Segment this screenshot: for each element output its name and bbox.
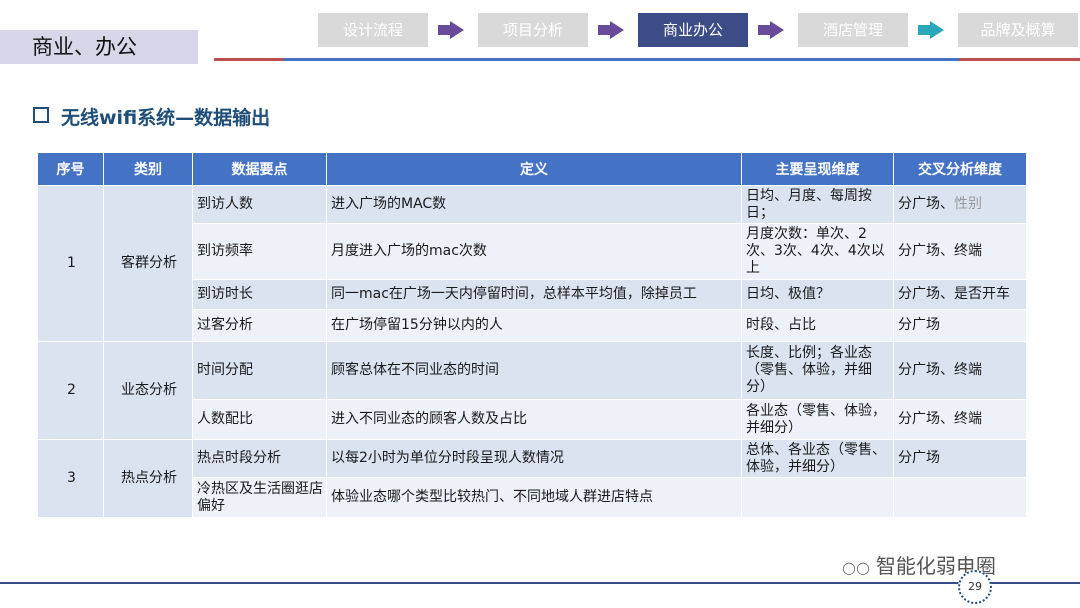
row-definition: 同一mac在广场一天内停留时间，总样本平均值，除掉员工 xyxy=(326,279,742,310)
row-cross-muted: 性别 xyxy=(954,196,982,212)
arrow-right-icon xyxy=(438,21,464,39)
row-point: 到访人数 xyxy=(192,185,327,224)
header-point: 数据要点 xyxy=(192,152,327,186)
row-dimension: 日均、极值？ xyxy=(741,279,894,310)
row-cross-text: 分广场、 xyxy=(898,196,954,212)
arrow-right-icon xyxy=(918,21,944,39)
group-category: 业态分析 xyxy=(103,341,193,440)
nav-step-design[interactable]: 设计流程 xyxy=(318,13,428,47)
row-definition: 进入广场的MAC数 xyxy=(326,185,742,224)
row-dimension: 总体、各业态（零售、体验，并细分） xyxy=(741,439,894,478)
header-no: 序号 xyxy=(37,152,104,186)
header-divider xyxy=(214,58,1080,61)
group-category: 热点分析 xyxy=(103,439,193,518)
row-point: 时间分配 xyxy=(192,341,327,400)
slide-title: 无线wifi系统—数据输出 xyxy=(33,103,270,130)
row-point: 到访时长 xyxy=(192,279,327,310)
row-dimension: 各业态（零售、体验，并细分） xyxy=(741,399,894,440)
row-dimension: 时段、占比 xyxy=(741,309,894,342)
header-dimension: 主要呈现维度 xyxy=(741,152,894,186)
row-definition: 在广场停留15分钟以内的人 xyxy=(326,309,742,342)
header-definition: 定义 xyxy=(326,152,742,186)
arrow-right-icon xyxy=(598,21,624,39)
row-definition: 以每2小时为单位分时段呈现人数情况 xyxy=(326,439,742,478)
group-number: 3 xyxy=(37,439,104,518)
row-cross xyxy=(893,477,1027,518)
table-header-row: 序号 类别 数据要点 定义 主要呈现维度 交叉分析维度 xyxy=(37,152,1027,186)
section-label: 商业、办公 xyxy=(0,30,198,64)
row-cross: 分广场 xyxy=(893,309,1027,342)
row-point: 过客分析 xyxy=(192,309,327,342)
row-point: 到访频率 xyxy=(192,223,327,280)
row-dimension: 日均、月度、每周按日； xyxy=(741,185,894,224)
row-definition: 进入不同业态的顾客人数及占比 xyxy=(326,399,742,440)
row-definition: 体验业态哪个类型比较热门、不同地域人群进店特点 xyxy=(326,477,742,518)
footer-divider xyxy=(0,582,1080,584)
group-number: 2 xyxy=(37,341,104,440)
row-dimension: 月度次数：单次、2次、3次、4次、4次以上 xyxy=(741,223,894,280)
row-dimension xyxy=(741,477,894,518)
table-row: 3 热点分析 热点时段分析 以每2小时为单位分时段呈现人数情况 总体、各业态（零… xyxy=(37,439,1027,518)
row-cross: 分广场、是否开车 xyxy=(893,279,1027,310)
row-cross: 分广场、性别 xyxy=(893,185,1027,224)
row-definition: 月度进入广场的mac次数 xyxy=(326,223,742,280)
arrow-right-icon xyxy=(758,21,784,39)
data-output-table: 序号 类别 数据要点 定义 主要呈现维度 交叉分析维度 1 客群分析 到访人数 … xyxy=(37,152,1027,518)
row-cross: 分广场 xyxy=(893,439,1027,478)
checkbox-bullet-icon xyxy=(33,107,49,123)
row-dimension: 长度、比例；各业态（零售、体验，并细分） xyxy=(741,341,894,400)
row-cross: 分广场、终端 xyxy=(893,341,1027,400)
slide-title-text: 无线wifi系统—数据输出 xyxy=(61,107,271,129)
row-point: 热点时段分析 xyxy=(192,439,327,478)
wechat-icon: ○○ xyxy=(842,558,870,577)
row-point: 冷热区及生活圈逛店偏好 xyxy=(192,477,327,518)
table-row: 2 业态分析 时间分配 顾客总体在不同业态的时间 长度、比例；各业态（零售、体验… xyxy=(37,341,1027,440)
nav-step-hotel[interactable]: 酒店管理 xyxy=(798,13,908,47)
row-point: 人数配比 xyxy=(192,399,327,440)
nav-step-project[interactable]: 项目分析 xyxy=(478,13,588,47)
header-cross: 交叉分析维度 xyxy=(893,152,1027,186)
row-cross: 分广场、终端 xyxy=(893,223,1027,280)
nav-step-brand[interactable]: 品牌及概算 xyxy=(958,13,1078,47)
group-number: 1 xyxy=(37,185,104,342)
table-row: 1 客群分析 到访人数 进入广场的MAC数 日均、月度、每周按日； 分广场、性别 xyxy=(37,185,1027,342)
group-category: 客群分析 xyxy=(103,185,193,342)
header-category: 类别 xyxy=(103,152,193,186)
row-definition: 顾客总体在不同业态的时间 xyxy=(326,341,742,400)
nav-step-commercial[interactable]: 商业办公 xyxy=(638,13,748,47)
page-number: 29 xyxy=(958,570,992,604)
row-cross: 分广场、终端 xyxy=(893,399,1027,440)
